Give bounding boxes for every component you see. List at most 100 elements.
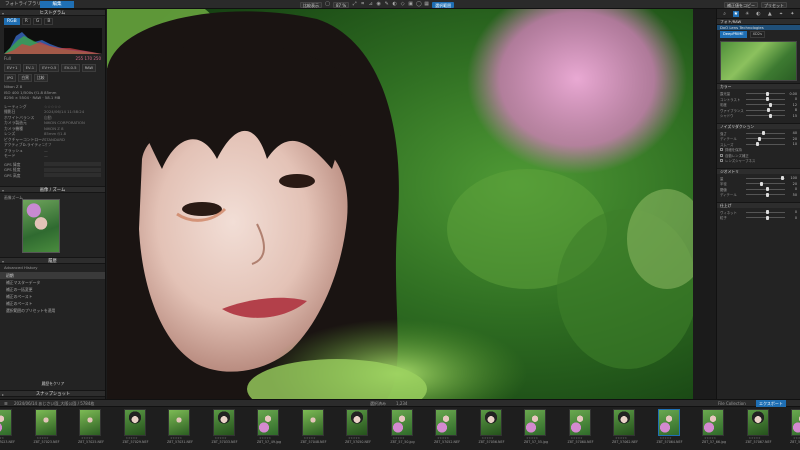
geometry-icon[interactable]: ⌖ bbox=[778, 11, 784, 17]
repair-icon[interactable]: ✎ bbox=[384, 2, 389, 7]
crop-icon[interactable]: ⌗ bbox=[360, 2, 365, 7]
channel-rgb[interactable]: RGB bbox=[4, 18, 20, 25]
tab-photo-library[interactable]: フォトライブラリ bbox=[2, 1, 44, 8]
slider-track[interactable] bbox=[746, 131, 785, 136]
slider-track[interactable] bbox=[746, 176, 785, 181]
filmstrip-thumbnail[interactable] bbox=[791, 409, 800, 436]
channel-r[interactable]: R bbox=[21, 18, 31, 25]
history-item[interactable]: 補正のペースト bbox=[0, 293, 105, 300]
slider-knob[interactable] bbox=[765, 97, 769, 102]
slider-knob[interactable] bbox=[765, 187, 769, 192]
channel-b[interactable]: B bbox=[44, 18, 54, 25]
red-eye-icon[interactable]: ◉ bbox=[376, 2, 381, 7]
ev-button[interactable]: JPG bbox=[4, 74, 17, 82]
histogram-header[interactable]: ▾ ヒストグラム bbox=[0, 9, 105, 16]
slider-track[interactable] bbox=[746, 181, 785, 186]
ev-button[interactable]: 比較 bbox=[33, 74, 48, 82]
filmstrip-thumbnail[interactable] bbox=[479, 409, 502, 436]
slider-track[interactable] bbox=[746, 187, 785, 192]
filmstrip-item[interactable]: ★★★★★ Z8T_57_66.jpg bbox=[694, 409, 734, 448]
light-icon[interactable]: ☀ bbox=[744, 11, 750, 17]
filmstrip-thumbnail[interactable] bbox=[435, 409, 457, 436]
slider-value[interactable]: 0.00 bbox=[787, 92, 797, 96]
straighten-icon[interactable]: ⊿ bbox=[368, 2, 373, 7]
slider-knob[interactable] bbox=[765, 91, 769, 96]
filmstrip-thumbnail[interactable] bbox=[524, 409, 546, 436]
filmstrip-item[interactable]: ★★★★★ Z8T_57_55.jpg bbox=[516, 409, 556, 448]
detail-icon[interactable]: ▲ bbox=[767, 11, 773, 17]
export-button[interactable]: エクスポート bbox=[756, 400, 786, 407]
slider-knob[interactable] bbox=[755, 142, 759, 147]
deepprime-tab[interactable]: DeepPRIME bbox=[720, 31, 747, 38]
star-icon[interactable]: ★ bbox=[732, 11, 739, 17]
slider-value[interactable]: 20 bbox=[787, 137, 797, 141]
filmstrip-thumbnail[interactable] bbox=[79, 409, 101, 436]
checkbox[interactable] bbox=[720, 153, 723, 157]
slider-knob[interactable] bbox=[759, 181, 763, 186]
filmstrip-thumbnail[interactable] bbox=[568, 409, 591, 436]
slider-track[interactable] bbox=[746, 97, 785, 102]
slider-value[interactable]: 10 bbox=[787, 142, 797, 146]
slider-value[interactable]: 0 bbox=[787, 97, 797, 101]
filmstrip-item[interactable]: ★★★★★ Z8T_57056.NEF bbox=[472, 409, 512, 448]
slider-value[interactable]: 40 bbox=[787, 131, 797, 135]
history-item[interactable]: 初期 bbox=[0, 271, 105, 279]
clear-history-button[interactable]: 履歴をクリア bbox=[30, 381, 76, 387]
mask-icon[interactable]: ▣ bbox=[408, 2, 413, 7]
history-header[interactable]: ▾ 履歴 bbox=[0, 257, 105, 264]
slider-track[interactable] bbox=[746, 113, 785, 118]
filmstrip-item[interactable]: ★★★★★ Z8T_57031.NEF bbox=[160, 409, 200, 448]
sort-icon[interactable]: ☰ bbox=[4, 400, 8, 407]
ev-button[interactable]: EV-1 bbox=[22, 64, 38, 72]
slider-knob[interactable] bbox=[757, 136, 761, 141]
filmstrip-thumbnail[interactable] bbox=[613, 409, 635, 436]
filmstrip-item[interactable]: ★★★★★ Z8T_57025.NEF bbox=[71, 409, 111, 448]
image-viewer[interactable] bbox=[107, 9, 693, 399]
ev-button[interactable]: EV+0.5 bbox=[39, 64, 60, 72]
slider-knob[interactable] bbox=[781, 176, 785, 181]
slider-knob[interactable] bbox=[765, 215, 769, 220]
filmstrip-item[interactable]: ★★★★★ Z8T_57050.NEF bbox=[338, 409, 378, 448]
filmstrip-thumbnail[interactable] bbox=[168, 409, 190, 436]
slider-value[interactable]: 20 bbox=[787, 182, 797, 186]
filmstrip-thumbnail[interactable] bbox=[346, 409, 368, 436]
local-adjust-icon[interactable]: ◐ bbox=[392, 2, 397, 7]
ev-button[interactable]: 白黒 bbox=[18, 74, 32, 82]
snapshot-header[interactable]: ▸ スナップショット bbox=[0, 390, 105, 397]
watermark-icon[interactable]: ◇ bbox=[400, 2, 405, 7]
filmstrip-thumbnail[interactable] bbox=[746, 409, 769, 436]
ev-button[interactable]: EV+1 bbox=[4, 64, 21, 72]
slider-track[interactable] bbox=[746, 102, 785, 107]
slider-track[interactable] bbox=[746, 192, 785, 197]
slider-value[interactable]: 0 bbox=[787, 216, 797, 220]
filmstrip-thumbnail[interactable] bbox=[34, 409, 57, 436]
gps-value[interactable] bbox=[44, 173, 101, 178]
selection-button[interactable]: 選択範囲 bbox=[432, 1, 455, 8]
channel-g[interactable]: G bbox=[32, 18, 43, 25]
slider-track[interactable] bbox=[746, 136, 785, 141]
zoom-level-dropdown[interactable]: 87 % bbox=[333, 1, 350, 8]
filmstrip-item[interactable]: ★★★★★ Z8T_57029.NEF bbox=[116, 409, 156, 448]
slider-value[interactable]: 0 bbox=[787, 187, 797, 191]
filmstrip-item[interactable]: ★★★★★ Z8T_57062.NEF bbox=[605, 409, 645, 448]
filmstrip-thumbnail[interactable] bbox=[301, 409, 324, 436]
filmstrip-item[interactable]: ★★★★★ Z8T_57064.NEF bbox=[650, 409, 690, 448]
filmstrip-item[interactable]: ★★★★★Z8T_57023.NEF bbox=[0, 409, 22, 448]
slider-value[interactable]: 8 bbox=[787, 108, 797, 112]
history-item[interactable]: 補正マスターデータ bbox=[0, 279, 105, 286]
filmstrip-item[interactable]: ★★★★★ Z8T_57_50.jpg bbox=[383, 409, 423, 448]
color-icon[interactable]: ◐ bbox=[755, 11, 761, 17]
slider-knob[interactable] bbox=[768, 102, 772, 107]
slider-knob[interactable] bbox=[765, 192, 769, 197]
slider-track[interactable] bbox=[746, 142, 785, 147]
slider-value[interactable]: 50 bbox=[787, 193, 797, 197]
filmstrip-item[interactable]: ★★★★★Z8T_57069.NEF bbox=[783, 409, 800, 448]
grid-icon[interactable]: ▦ bbox=[424, 2, 429, 7]
search-icon[interactable]: ⌕ bbox=[722, 11, 728, 17]
collection-label[interactable]: File Collection bbox=[718, 400, 746, 407]
viewer-icon[interactable]: ▢ bbox=[325, 2, 330, 7]
filmstrip-item[interactable]: ★★★★★Z8T_57023.NEF bbox=[27, 409, 67, 448]
navigator-header[interactable]: ▾ 画像 / ズーム bbox=[0, 186, 105, 193]
preset-button[interactable]: プリセット bbox=[761, 1, 787, 8]
filmstrip-item[interactable]: ★★★★★ Z8T_57060.NEF bbox=[561, 409, 601, 448]
